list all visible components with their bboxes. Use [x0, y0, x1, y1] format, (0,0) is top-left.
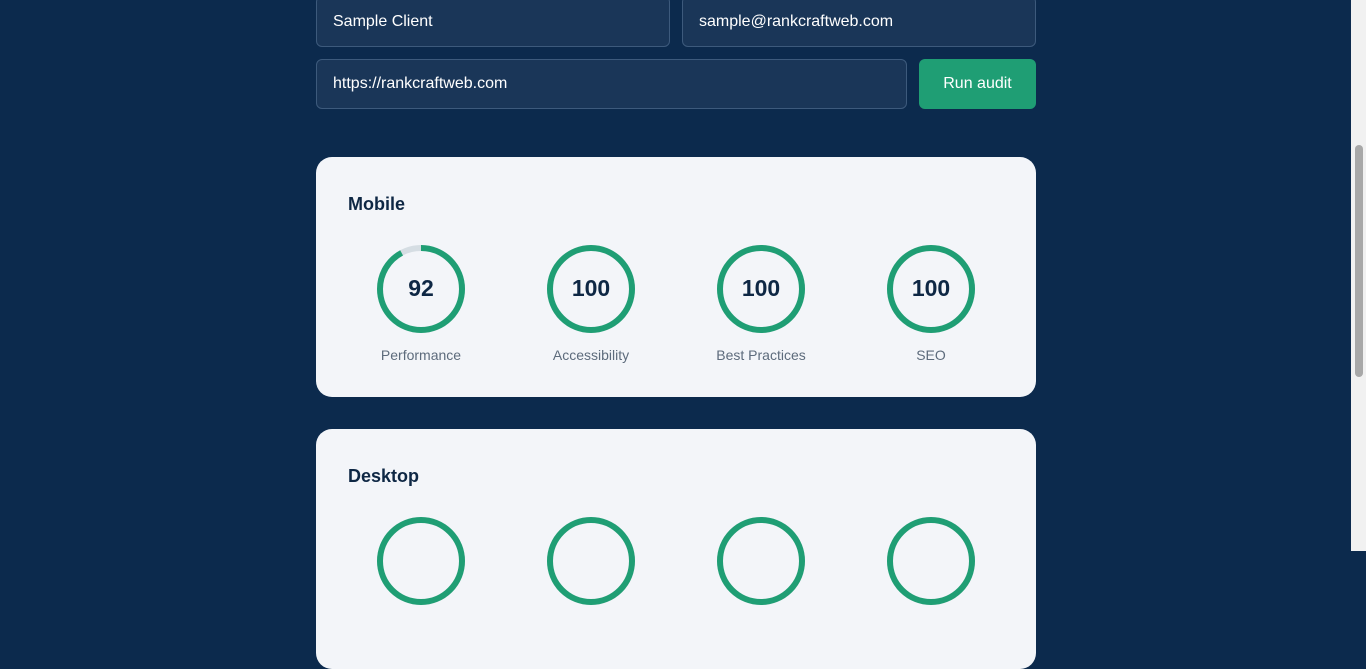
desktop-ring — [717, 517, 805, 605]
desktop-results-card: Desktop — [316, 429, 1036, 669]
gauge-arc — [717, 517, 805, 605]
desktop-ring — [547, 517, 635, 605]
best-practices-score: 100 — [741, 275, 781, 301]
gauge-arc — [547, 517, 635, 605]
performance-label: Performance — [380, 347, 462, 363]
gauge-arc — [887, 517, 975, 605]
url-value: https://rankcraftweb.com — [333, 75, 508, 92]
client-email-field[interactable]: sample@rankcraftweb.com — [682, 0, 1036, 47]
desktop-gauge — [346, 516, 496, 646]
best-practices-gauge: 100 Best Practices — [686, 244, 836, 374]
desktop-ring — [377, 517, 465, 605]
client-email-value: sample@rankcraftweb.com — [699, 12, 894, 30]
url-field[interactable]: https://rankcraftweb.com — [316, 59, 907, 109]
seo-gauge: 100 SEO — [856, 244, 1006, 374]
performance-score: 92 — [408, 275, 434, 301]
seo-score: 100 — [911, 275, 951, 301]
mobile-results-card: Mobile 92 Performance 100 Accessibility … — [316, 157, 1036, 397]
desktop-ring — [887, 517, 975, 605]
run-audit-button[interactable]: Run audit — [919, 59, 1036, 109]
mobile-title: Mobile — [348, 194, 405, 214]
accessibility-gauge: 100 Accessibility — [516, 244, 666, 374]
gauge-arc — [377, 517, 465, 605]
best-practices-label: Best Practices — [716, 347, 806, 363]
accessibility-label: Accessibility — [552, 347, 630, 363]
seo-label: SEO — [916, 347, 946, 363]
client-name-field[interactable]: Sample Client — [316, 0, 670, 47]
accessibility-score: 100 — [571, 275, 611, 301]
desktop-gauge — [686, 516, 836, 646]
scrollbar[interactable] — [1351, 0, 1366, 551]
scrollbar-thumb[interactable] — [1355, 145, 1363, 377]
desktop-gauge — [516, 516, 666, 646]
performance-gauge: 92 Performance — [346, 244, 496, 374]
desktop-title: Desktop — [348, 466, 420, 486]
desktop-gauge — [856, 516, 1006, 646]
client-name-value: Sample Client — [333, 12, 433, 30]
